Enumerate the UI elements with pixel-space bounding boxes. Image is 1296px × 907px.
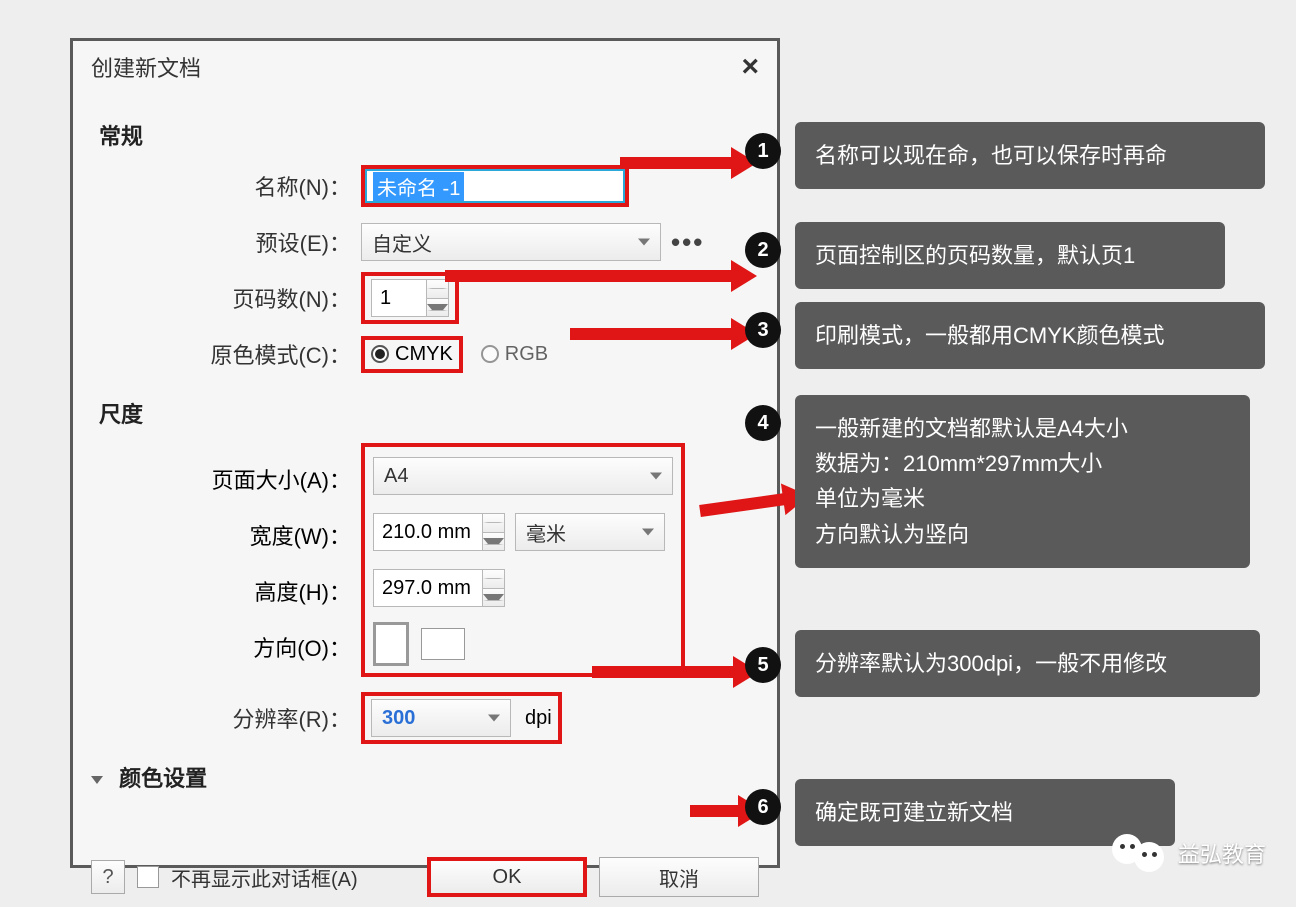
width-stepper[interactable] — [483, 513, 505, 551]
section-general: 常规 — [99, 119, 759, 151]
width-label: 宽度(W)： — [91, 507, 361, 563]
chevron-down-icon[interactable] — [483, 594, 504, 601]
page-size-label: 页面大小(A)： — [91, 451, 361, 507]
height-stepper[interactable] — [483, 569, 505, 607]
dialog-header: 创建新文档 × — [73, 41, 777, 89]
callout-4-line3: 单位为毫米 — [815, 481, 1230, 516]
radio-icon — [371, 345, 389, 363]
dimensions-highlight: A4 毫米 — [361, 443, 685, 677]
callout-4-line4: 方向默认为竖向 — [815, 517, 1230, 552]
width-spinner[interactable] — [373, 513, 505, 551]
radio-cmyk[interactable]: CMYK — [371, 343, 453, 366]
callout-2: 页面控制区的页码数量，默认页1 — [795, 222, 1225, 289]
dont-show-checkbox[interactable] — [137, 866, 159, 888]
radio-rgb[interactable]: RGB — [481, 343, 548, 366]
name-input[interactable]: 未命名 -1 — [361, 165, 629, 207]
callout-4: 一般新建的文档都默认是A4大小 数据为：210mm*297mm大小 单位为毫米 … — [795, 395, 1250, 568]
unit-value: 毫米 — [526, 518, 566, 547]
color-mode-label: 原色模式(C)： — [91, 338, 361, 370]
badge-4: 4 — [745, 405, 781, 441]
dont-show-label: 不再显示此对话框(A) — [171, 863, 358, 892]
pages-spinner[interactable] — [371, 279, 449, 317]
cmyk-highlight: CMYK — [361, 336, 463, 373]
height-input[interactable] — [373, 569, 483, 607]
chevron-down-icon[interactable] — [427, 304, 448, 311]
help-button[interactable]: ? — [91, 860, 125, 894]
callout-5: 分辨率默认为300dpi，一般不用修改 — [795, 630, 1260, 697]
radio-rgb-label: RGB — [505, 343, 548, 366]
ok-button[interactable]: OK — [427, 857, 587, 897]
preset-value: 自定义 — [372, 228, 432, 257]
watermark: 益弘教育 — [1112, 830, 1266, 876]
callout-1: 名称可以现在命，也可以保存时再命 — [795, 122, 1265, 189]
arrow-6 — [690, 805, 742, 817]
callout-3: 印刷模式，一般都用CMYK颜色模式 — [795, 302, 1265, 369]
radio-cmyk-label: CMYK — [395, 343, 453, 366]
pages-stepper[interactable] — [427, 279, 449, 317]
watermark-text: 益弘教育 — [1178, 837, 1266, 869]
page-size-value: A4 — [384, 465, 408, 488]
resolution-value: 300 — [382, 707, 415, 730]
orientation-landscape-button[interactable] — [421, 628, 465, 660]
dialog-footer: ? 不再显示此对话框(A) OK 取消 — [73, 843, 777, 907]
badge-3: 3 — [745, 312, 781, 348]
name-label: 名称(N)： — [91, 170, 361, 202]
badge-6: 6 — [745, 789, 781, 825]
preset-select[interactable]: 自定义 — [361, 223, 661, 261]
height-label: 高度(H)： — [91, 563, 361, 619]
wechat-icon — [1112, 830, 1168, 876]
chevron-down-icon[interactable] — [483, 538, 504, 545]
resolution-select[interactable]: 300 — [371, 699, 511, 737]
badge-2: 2 — [745, 232, 781, 268]
color-settings-label: 颜色设置 — [119, 766, 207, 791]
section-dimensions: 尺度 — [99, 397, 759, 429]
pages-label: 页码数(N)： — [91, 282, 361, 314]
resolution-label: 分辨率(R)： — [91, 702, 361, 734]
badge-1: 1 — [745, 133, 781, 169]
section-color-settings: 颜色设置 — [91, 761, 759, 793]
radio-icon — [481, 345, 499, 363]
collapse-icon[interactable] — [91, 776, 103, 784]
chevron-up-icon[interactable] — [483, 522, 504, 523]
chevron-up-icon[interactable] — [483, 578, 504, 579]
callout-4-line1: 一般新建的文档都默认是A4大小 — [815, 411, 1230, 446]
orientation-portrait-button[interactable] — [373, 622, 409, 666]
resolution-highlight: 300 dpi — [361, 692, 562, 744]
preset-label: 预设(E)： — [91, 226, 361, 258]
arrow-2 — [445, 270, 735, 282]
dialog-body: 常规 名称(N)： 未命名 -1 预设(E)： 自定义 ••• 页码数(N)： — [73, 89, 777, 793]
arrow-1 — [620, 157, 735, 169]
chevron-up-icon[interactable] — [427, 288, 448, 289]
arrow-3 — [570, 328, 735, 340]
name-value: 未命名 -1 — [373, 172, 464, 201]
page-size-select[interactable]: A4 — [373, 457, 673, 495]
pages-input[interactable] — [371, 279, 427, 317]
dialog-title: 创建新文档 — [91, 51, 201, 83]
preset-more-button[interactable]: ••• — [671, 227, 704, 258]
unit-select[interactable]: 毫米 — [515, 513, 665, 551]
close-icon[interactable]: × — [741, 52, 759, 82]
height-spinner[interactable] — [373, 569, 505, 607]
arrow-5 — [592, 666, 737, 678]
resolution-unit: dpi — [525, 707, 552, 730]
width-input[interactable] — [373, 513, 483, 551]
badge-5: 5 — [745, 647, 781, 683]
callout-4-line2: 数据为：210mm*297mm大小 — [815, 446, 1230, 481]
orientation-label: 方向(O)： — [91, 619, 361, 675]
cancel-button[interactable]: 取消 — [599, 857, 759, 897]
